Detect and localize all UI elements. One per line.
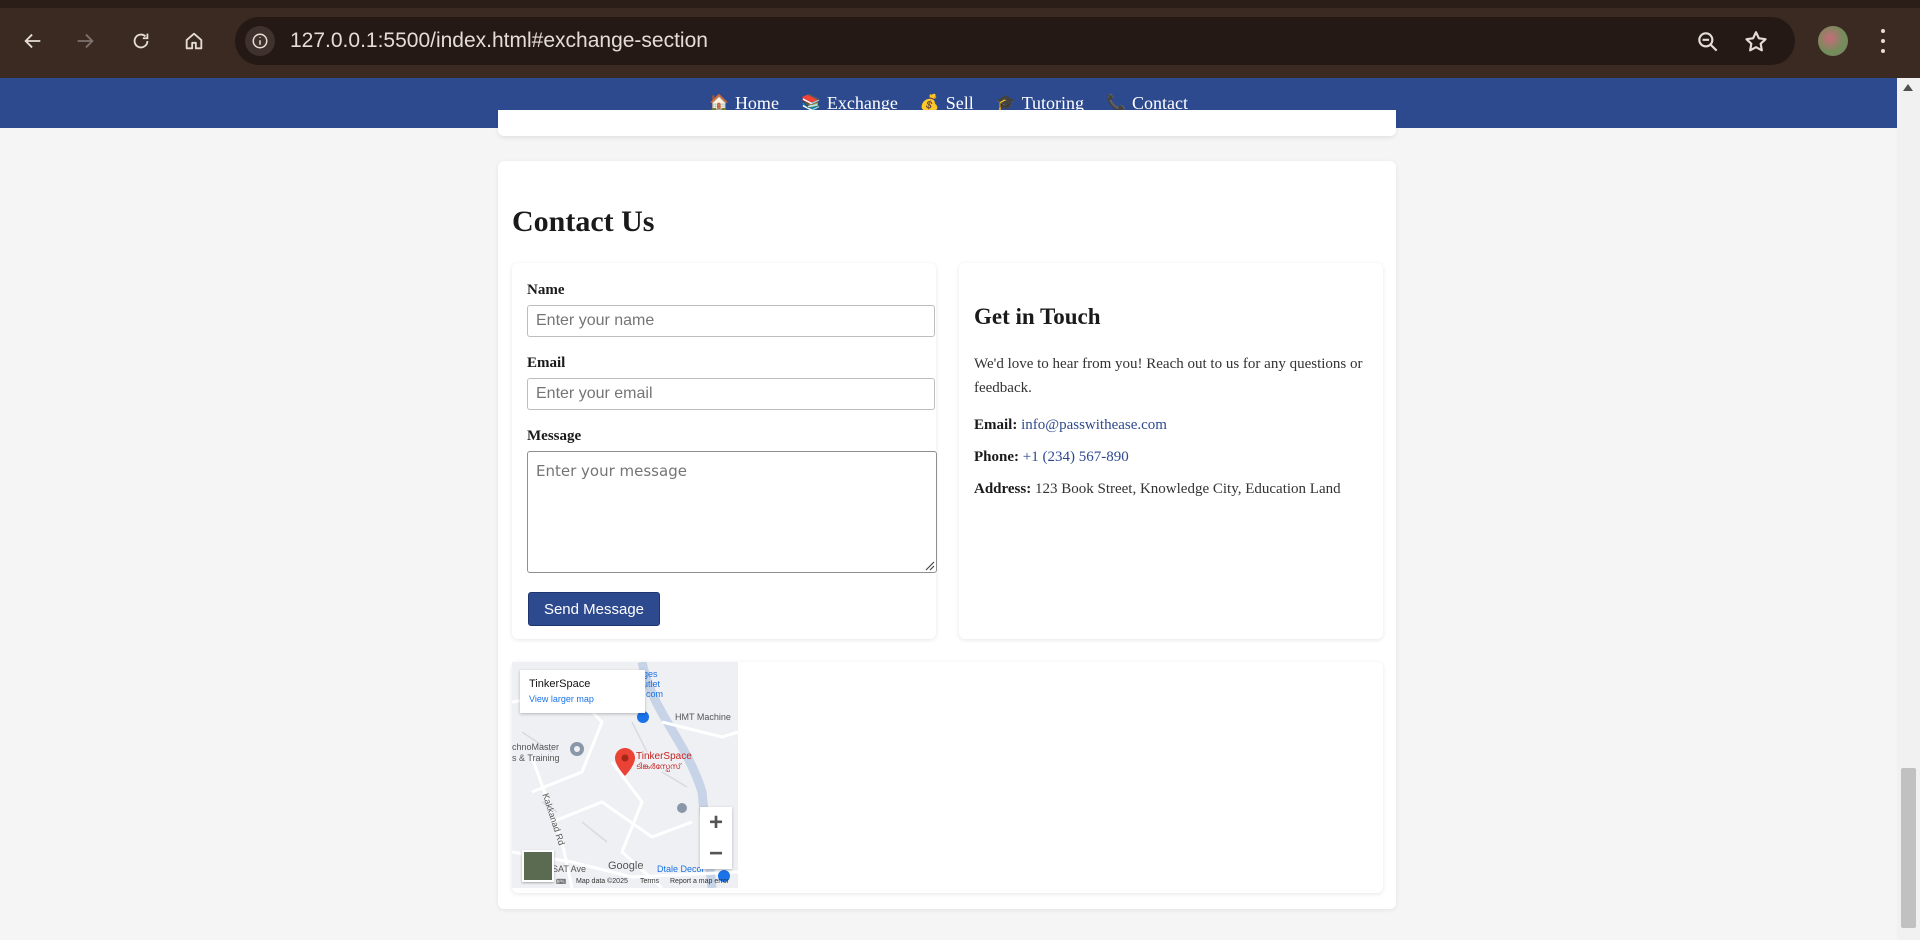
map-label: s & Training — [512, 753, 560, 763]
map-zoom-controls: + − — [700, 807, 732, 869]
arrow-left-icon — [24, 33, 41, 49]
page-scrollbar[interactable] — [1897, 78, 1920, 940]
profile-avatar[interactable] — [1818, 26, 1848, 56]
resize-handle-icon[interactable] — [923, 559, 935, 571]
bookmark-star-icon[interactable] — [1743, 29, 1769, 55]
back-button[interactable] — [14, 22, 52, 60]
address-detail-label: Address: — [974, 481, 1032, 497]
home-icon — [185, 32, 203, 50]
map-data-text: Map data ©2025 — [576, 878, 628, 885]
map-label: chnoMaster — [512, 742, 560, 752]
browser-toolbar: 127.0.0.1:5500/index.html#exchange-secti… — [0, 0, 1920, 78]
name-label: Name — [527, 282, 565, 298]
map-pin-sublabel: ടിങ്കർസ്പേസ് — [636, 762, 681, 771]
home-button[interactable] — [175, 22, 213, 60]
message-label: Message — [527, 428, 582, 444]
url-text[interactable]: 127.0.0.1:5500/index.html#exchange-secti… — [290, 29, 708, 53]
browser-menu-icon[interactable] — [1873, 26, 1893, 56]
zoom-in-button[interactable]: + — [700, 807, 732, 838]
map-footer: ⌨ Map data ©2025 Terms Report a map erro… — [512, 876, 738, 888]
zoom-icon[interactable] — [1695, 29, 1721, 55]
phone-link[interactable]: +1 (234) 567-890 — [1023, 449, 1129, 465]
map-label: utlet — [643, 679, 661, 689]
map-label: ges — [643, 669, 658, 679]
tab-strip — [0, 0, 1920, 8]
keyboard-icon[interactable]: ⌨ — [556, 878, 566, 886]
email-detail-label: Email: — [974, 417, 1018, 433]
scroll-up-arrow-icon[interactable] — [1903, 84, 1913, 91]
reload-icon — [133, 33, 149, 49]
name-input[interactable]: Enter your name — [527, 305, 935, 337]
address-detail: Address: 123 Book Street, Knowledge City… — [974, 481, 1341, 498]
report-error-link[interactable]: Report a map error — [670, 878, 729, 885]
email-link[interactable]: info@passwithease.com — [1021, 417, 1167, 433]
phone-detail: Phone: +1 (234) 567-890 — [974, 449, 1129, 466]
map-label: HMT Machine — [675, 712, 731, 722]
email-input[interactable]: Enter your email — [527, 378, 935, 410]
map-label: SAT Ave — [552, 864, 587, 874]
get-in-touch-title: Get in Touch — [974, 304, 1101, 329]
map-label: Dtale Decor — [657, 864, 705, 874]
email-detail: Email: info@passwithease.com — [974, 417, 1167, 434]
view-larger-map-link[interactable]: View larger map — [529, 694, 594, 704]
get-in-touch-text: We'd love to hear from you! Reach out to… — [974, 356, 1363, 396]
map-info-box: TinkerSpace View larger map — [520, 670, 645, 713]
map-label: com — [646, 689, 664, 699]
previous-section-card — [498, 110, 1396, 136]
address-bar[interactable]: 127.0.0.1:5500/index.html#exchange-secti… — [235, 17, 1795, 65]
phone-detail-label: Phone: — [974, 449, 1019, 465]
arrow-right-icon — [77, 33, 94, 49]
map-pin-icon[interactable] — [615, 748, 635, 776]
google-logo: Google — [608, 860, 644, 872]
map-pin-label: TinkerSpace — [636, 751, 692, 762]
reload-button[interactable] — [122, 22, 160, 60]
forward-button[interactable] — [66, 22, 104, 60]
zoom-out-button[interactable]: − — [700, 838, 732, 869]
message-textarea[interactable]: Enter your message — [527, 451, 937, 573]
terms-link[interactable]: Terms — [640, 878, 659, 885]
embedded-map[interactable]: ges utlet com HMT Machine chnoMaster s &… — [512, 662, 738, 888]
address-value: 123 Book Street, Knowledge City, Educati… — [1034, 481, 1341, 497]
site-info-icon[interactable] — [245, 26, 275, 56]
scrollbar-thumb[interactable] — [1901, 768, 1916, 928]
email-label: Email — [527, 355, 566, 371]
map-place-name: TinkerSpace — [529, 678, 591, 690]
send-message-button[interactable]: Send Message — [528, 592, 660, 626]
contact-title: Contact Us — [512, 205, 655, 238]
